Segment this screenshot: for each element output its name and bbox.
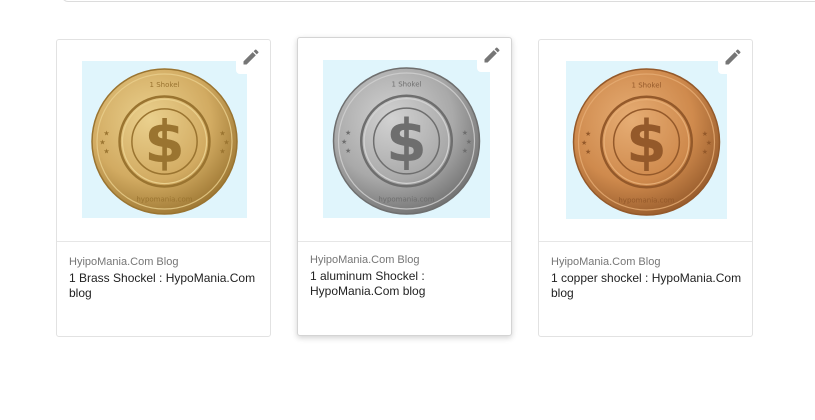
pencil-icon xyxy=(723,47,743,72)
coin-star: ★ xyxy=(99,139,105,147)
coin-star: ★ xyxy=(462,129,468,137)
card-title[interactable]: 1 Brass Shockel : HypoMania.Com blog xyxy=(69,271,264,301)
coin-star: ★ xyxy=(341,138,347,146)
blog-card-brass[interactable]: ★ ★ ★ ★ ★ ★ $1 Shokel hypomania.com HyipoMania.… xyxy=(56,39,271,337)
coin-image-copper[interactable]: ★ ★ ★ ★ ★ ★ $1 Shokel hypomania.com xyxy=(566,61,727,219)
dollar-symbol: $ xyxy=(626,108,667,176)
coin-top-text: 1 Shokel xyxy=(392,80,422,88)
coin-star: ★ xyxy=(223,139,229,147)
pencil-icon xyxy=(241,47,261,72)
copper-coin-graphic: ★★★★★★$1 Shokelhypomania.com xyxy=(572,68,721,216)
coin-star: ★ xyxy=(702,130,708,138)
coin-star: ★ xyxy=(345,147,351,155)
card-image-area[interactable]: ★ ★ ★ ★ ★ ★ $1 Shokel hypomania.com xyxy=(539,40,752,240)
coin-star: ★ xyxy=(345,129,351,137)
card-image-area[interactable]: ★ ★ ★ ★ ★ ★ $1 Shokel hypomania.com xyxy=(57,40,270,240)
card-title[interactable]: 1 copper shockel : HypoMania.Com blog xyxy=(551,271,746,301)
dollar-symbol: $ xyxy=(386,107,427,175)
edit-button[interactable] xyxy=(477,42,507,72)
search-bar-edge xyxy=(62,0,815,2)
card-image-area[interactable]: ★ ★ ★ ★ ★ ★ $1 Shokel hypomania.com xyxy=(298,38,511,238)
coin-top-text: 1 Shokel xyxy=(150,81,180,89)
coin-image-brass[interactable]: ★ ★ ★ ★ ★ ★ $1 Shokel hypomania.com xyxy=(82,61,247,218)
card-divider xyxy=(539,241,752,242)
card-source: HyipoMania.Com Blog xyxy=(310,254,420,266)
coin-star: ★ xyxy=(702,148,708,156)
coin: ★★★★★★$1 Shokelhypomania.com xyxy=(332,67,481,215)
coin-image-aluminum[interactable]: ★ ★ ★ ★ ★ ★ $1 Shokel hypomania.com xyxy=(323,60,490,218)
brass-coin-graphic: ★★★★★★$1 Shokelhypomania.com xyxy=(91,68,238,215)
coin-bottom-text: hypomania.com xyxy=(136,196,192,204)
coin: ★★★★★★$1 Shokelhypomania.com xyxy=(91,68,238,215)
coin-star: ★ xyxy=(219,130,225,138)
edit-button[interactable] xyxy=(718,44,748,74)
pencil-icon xyxy=(482,45,502,70)
card-source: HyipoMania.Com Blog xyxy=(69,256,179,268)
edit-button[interactable] xyxy=(236,44,266,74)
dollar-symbol: $ xyxy=(144,108,184,176)
card-divider xyxy=(57,241,270,242)
blog-card-aluminum[interactable]: ★ ★ ★ ★ ★ ★ $1 Shokel hypomania.com HyipoMania.… xyxy=(297,37,512,336)
coin-star: ★ xyxy=(462,147,468,155)
coin-star: ★ xyxy=(103,130,109,138)
coin-bottom-text: hypomania.com xyxy=(618,197,674,205)
coin-star: ★ xyxy=(581,139,587,147)
card-title[interactable]: 1 aluminum Shockel : HypoMania.Com blog xyxy=(310,269,505,299)
aluminum-coin-graphic: ★★★★★★$1 Shokelhypomania.com xyxy=(332,67,481,215)
coin-star: ★ xyxy=(585,148,591,156)
blog-card-copper[interactable]: ★ ★ ★ ★ ★ ★ $1 Shokel hypomania.com HyipoMania.… xyxy=(538,39,753,337)
coin: ★★★★★★$1 Shokelhypomania.com xyxy=(572,68,721,216)
coin-star: ★ xyxy=(585,130,591,138)
coin-top-text: 1 Shokel xyxy=(632,81,662,89)
coin-star: ★ xyxy=(103,148,109,156)
coin-bottom-text: hypomania.com xyxy=(378,196,434,204)
coin-star: ★ xyxy=(466,138,472,146)
card-source: HyipoMania.Com Blog xyxy=(551,256,661,268)
coin-star: ★ xyxy=(219,148,225,156)
card-divider xyxy=(298,241,511,242)
coin-star: ★ xyxy=(706,139,712,147)
